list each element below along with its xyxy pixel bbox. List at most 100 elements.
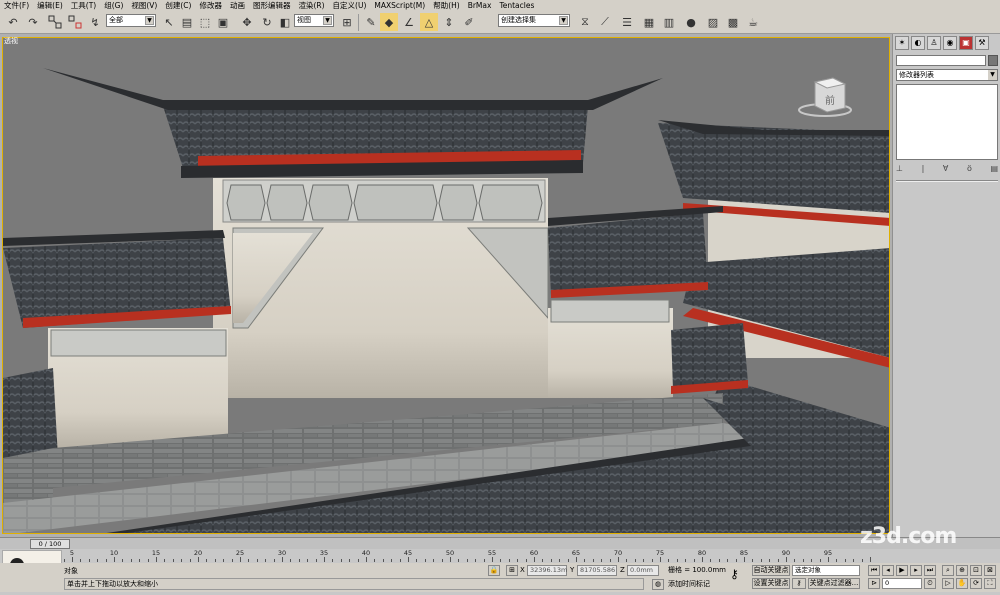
pivot-center-icon[interactable]: ⊞	[338, 13, 356, 31]
menu-views[interactable]: 视图(V)	[127, 0, 161, 11]
modifier-list-dropdown[interactable]: 修改器列表 ▼	[896, 69, 998, 81]
go-to-end-icon[interactable]: ⏭	[924, 565, 936, 576]
menu-customize[interactable]: 自定义(U)	[329, 0, 371, 11]
reference-coord-dropdown[interactable]: 视图 ▼	[294, 14, 334, 27]
scale-icon[interactable]: ◧	[276, 13, 294, 31]
timeline-tick	[802, 559, 804, 562]
spinner-snap-icon[interactable]: ⇕	[440, 13, 458, 31]
make-unique-icon[interactable]: ∀	[943, 164, 948, 176]
maximize-viewport-icon[interactable]: ⛶	[984, 578, 996, 589]
object-color-swatch[interactable]	[988, 55, 998, 66]
configure-sets-icon[interactable]: ▤	[990, 164, 998, 176]
menu-graph-editors[interactable]: 图形编辑器	[249, 0, 295, 11]
snap-toggle-icon[interactable]: ◆	[380, 13, 398, 31]
rendered-frame-icon[interactable]: ▩	[724, 13, 742, 31]
track-bar[interactable]: 5 10 15 20 25 30 35 40 45 50 55 60 65 70 75 80 85 90 95	[0, 549, 1000, 563]
schematic-view-icon[interactable]: ▥	[660, 13, 678, 31]
viewport-label[interactable]: 透视	[4, 36, 18, 46]
hierarchy-tab-icon[interactable]: ♙	[927, 36, 941, 50]
pin-stack-icon[interactable]: ⊥	[896, 164, 903, 176]
named-selection-dropdown[interactable]: 创建选择集 ▼	[498, 14, 570, 27]
viewcube[interactable]: 前	[798, 77, 852, 117]
menu-tools[interactable]: 工具(T)	[67, 0, 100, 11]
bind-spacewarp-icon[interactable]: ↯	[86, 13, 104, 31]
key-mode-dropdown[interactable]: 选定对象	[792, 565, 860, 576]
select-manipulate-icon[interactable]: ✎	[362, 13, 380, 31]
timeline-tick	[357, 559, 359, 562]
curve-editor-icon[interactable]: ▦	[640, 13, 658, 31]
orbit-icon[interactable]: ⟳	[970, 578, 982, 589]
prev-frame-icon[interactable]: ◂	[882, 565, 894, 576]
key-filters-button[interactable]: 关键点过滤器...	[808, 578, 860, 589]
percent-snap-icon[interactable]: △	[420, 13, 438, 31]
absolute-mode-icon[interactable]: ⊞	[506, 565, 518, 576]
menu-group[interactable]: 组(G)	[100, 0, 127, 11]
pan-icon[interactable]: ✋	[956, 578, 968, 589]
key-icon[interactable]: ⚷	[730, 568, 739, 580]
modify-tab-icon[interactable]: ◐	[911, 36, 925, 50]
remove-modifier-icon[interactable]: ö	[967, 164, 972, 176]
mirror-icon[interactable]: ⧖	[576, 13, 594, 31]
unlink-icon[interactable]	[66, 13, 84, 31]
time-tag-icon[interactable]: ◍	[652, 579, 664, 590]
perspective-viewport[interactable]: 前	[2, 37, 890, 534]
angle-snap-icon[interactable]: ∠	[400, 13, 418, 31]
edit-named-selection-icon[interactable]: ✐	[460, 13, 478, 31]
time-config-icon[interactable]: ⏲	[924, 578, 936, 589]
layer-manager-icon[interactable]: ☰	[618, 13, 636, 31]
menu-maxscript[interactable]: MAXScript(M)	[370, 0, 429, 11]
menu-rendering[interactable]: 渲染(R)	[294, 0, 328, 11]
menu-edit[interactable]: 编辑(E)	[33, 0, 67, 11]
command-tabs: ✶ ◐ ♙ ◉ ▣ ⚒	[895, 36, 999, 52]
selection-filter-dropdown[interactable]: 全部 ▼	[106, 14, 156, 27]
menu-modifiers[interactable]: 修改器	[195, 0, 226, 11]
render-setup-icon[interactable]: ▨	[704, 13, 722, 31]
menu-brmax[interactable]: BrMax	[464, 0, 496, 11]
move-icon[interactable]: ✥	[238, 13, 256, 31]
add-time-tag[interactable]: 添加时间标记	[668, 579, 710, 590]
select-by-name-icon[interactable]: ▤	[178, 13, 196, 31]
auto-key-button[interactable]: 自动关键点	[752, 565, 790, 576]
set-key-icon[interactable]: ⚷	[792, 578, 806, 589]
window-crossing-icon[interactable]: ▣	[214, 13, 232, 31]
redo-icon[interactable]: ↷	[24, 13, 42, 31]
timeline-tick	[382, 559, 384, 562]
zoom-extents-all-icon[interactable]: ⊠	[984, 565, 996, 576]
menu-tentacles[interactable]: Tentacles	[495, 0, 538, 11]
render-teapot-icon[interactable]: ☕	[744, 13, 762, 31]
create-tab-icon[interactable]: ✶	[895, 36, 909, 50]
modifier-stack[interactable]	[896, 84, 998, 160]
field-of-view-icon[interactable]: ▷	[942, 578, 954, 589]
next-frame-icon[interactable]: ▸	[910, 565, 922, 576]
time-slider-track[interactable]: 0 / 100	[0, 537, 1000, 549]
display-tab-icon[interactable]: ▣	[959, 36, 973, 50]
rect-selection-icon[interactable]: ⬚	[196, 13, 214, 31]
object-name-field[interactable]	[896, 55, 986, 66]
menu-file[interactable]: 文件(F)	[0, 0, 33, 11]
menu-help[interactable]: 帮助(H)	[429, 0, 464, 11]
key-mode-toggle-icon[interactable]: ⊳	[868, 578, 880, 589]
go-to-start-icon[interactable]: ⏮	[868, 565, 880, 576]
z-coordinate-field[interactable]: 0.0mm	[627, 565, 659, 576]
menu-create[interactable]: 创建(C)	[161, 0, 195, 11]
y-coordinate-field[interactable]: 81705.586	[577, 565, 617, 576]
lock-selection-icon[interactable]: 🔒	[488, 565, 500, 576]
zoom-extents-icon[interactable]: ⊡	[970, 565, 982, 576]
align-icon[interactable]: ⟋	[596, 13, 614, 31]
show-end-result-icon[interactable]: |	[922, 164, 925, 176]
select-object-icon[interactable]: ↖	[160, 13, 178, 31]
material-editor-icon[interactable]: ●	[682, 13, 700, 31]
play-icon[interactable]: ▶	[896, 565, 908, 576]
x-coordinate-field[interactable]: 32396.13m	[527, 565, 567, 576]
menu-animation[interactable]: 动画	[226, 0, 249, 11]
zoom-all-icon[interactable]: ⊕	[956, 565, 968, 576]
rotate-icon[interactable]: ↻	[258, 13, 276, 31]
current-frame-field[interactable]: 0	[882, 578, 922, 589]
link-icon[interactable]	[46, 13, 64, 31]
set-key-button[interactable]: 设置关键点	[752, 578, 790, 589]
undo-icon[interactable]: ↶	[4, 13, 22, 31]
time-slider[interactable]: 0 / 100	[30, 539, 70, 549]
motion-tab-icon[interactable]: ◉	[943, 36, 957, 50]
zoom-icon[interactable]: ⌕	[942, 565, 954, 576]
utilities-tab-icon[interactable]: ⚒	[975, 36, 989, 50]
